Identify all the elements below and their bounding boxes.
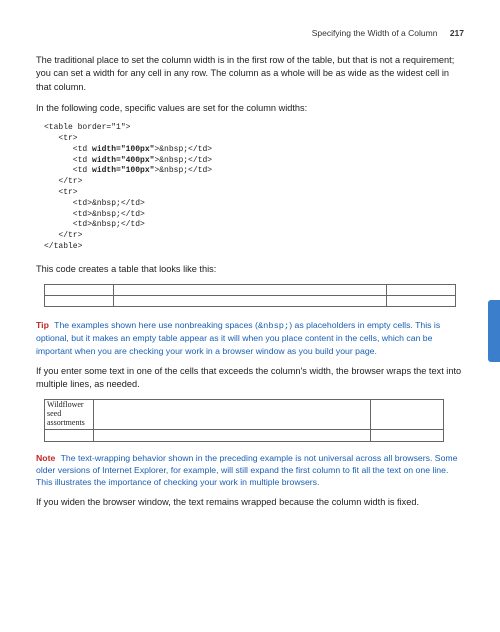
paragraph: If you enter some text in one of the cel…: [36, 365, 464, 392]
page-number: 217: [450, 28, 464, 38]
note-text: The text-wrapping behavior shown in the …: [36, 453, 458, 487]
section-title: Specifying the Width of a Column: [312, 28, 438, 38]
table-cell: [114, 296, 387, 307]
thumb-tab: [488, 300, 500, 362]
table-cell: [387, 296, 456, 307]
table-cell: [45, 296, 114, 307]
table-cell: [94, 400, 371, 429]
page-content: Specifying the Width of a Column 217 The…: [0, 0, 500, 537]
demo-table-fixed: [44, 284, 456, 307]
paragraph: If you widen the browser window, the tex…: [36, 496, 464, 509]
table-cell: [45, 285, 114, 296]
paragraph: In the following code, specific values a…: [36, 102, 464, 115]
table-cell: [371, 400, 444, 429]
table-cell: [387, 285, 456, 296]
note-label: Note: [36, 453, 55, 463]
note-callout: Note The text-wrapping behavior shown in…: [36, 452, 464, 489]
tip-callout: Tip The examples shown here use nonbreak…: [36, 319, 464, 357]
table-cell: Wildflower seed assortments: [45, 400, 94, 429]
table-cell: [371, 429, 444, 441]
running-head: Specifying the Width of a Column 217: [36, 28, 464, 40]
demo-table-wrap: Wildflower seed assortments: [44, 399, 444, 441]
tip-label: Tip: [36, 320, 49, 330]
paragraph: The traditional place to set the column …: [36, 54, 464, 94]
table-cell: [45, 429, 94, 441]
tip-entity: &nbsp;: [258, 321, 289, 331]
paragraph: This code creates a table that looks lik…: [36, 263, 464, 276]
table-cell: [94, 429, 371, 441]
tip-text: The examples shown here use nonbreaking …: [54, 320, 258, 330]
code-block: <table border="1"> <tr> <td width="100px…: [44, 123, 464, 253]
table-cell: [114, 285, 387, 296]
